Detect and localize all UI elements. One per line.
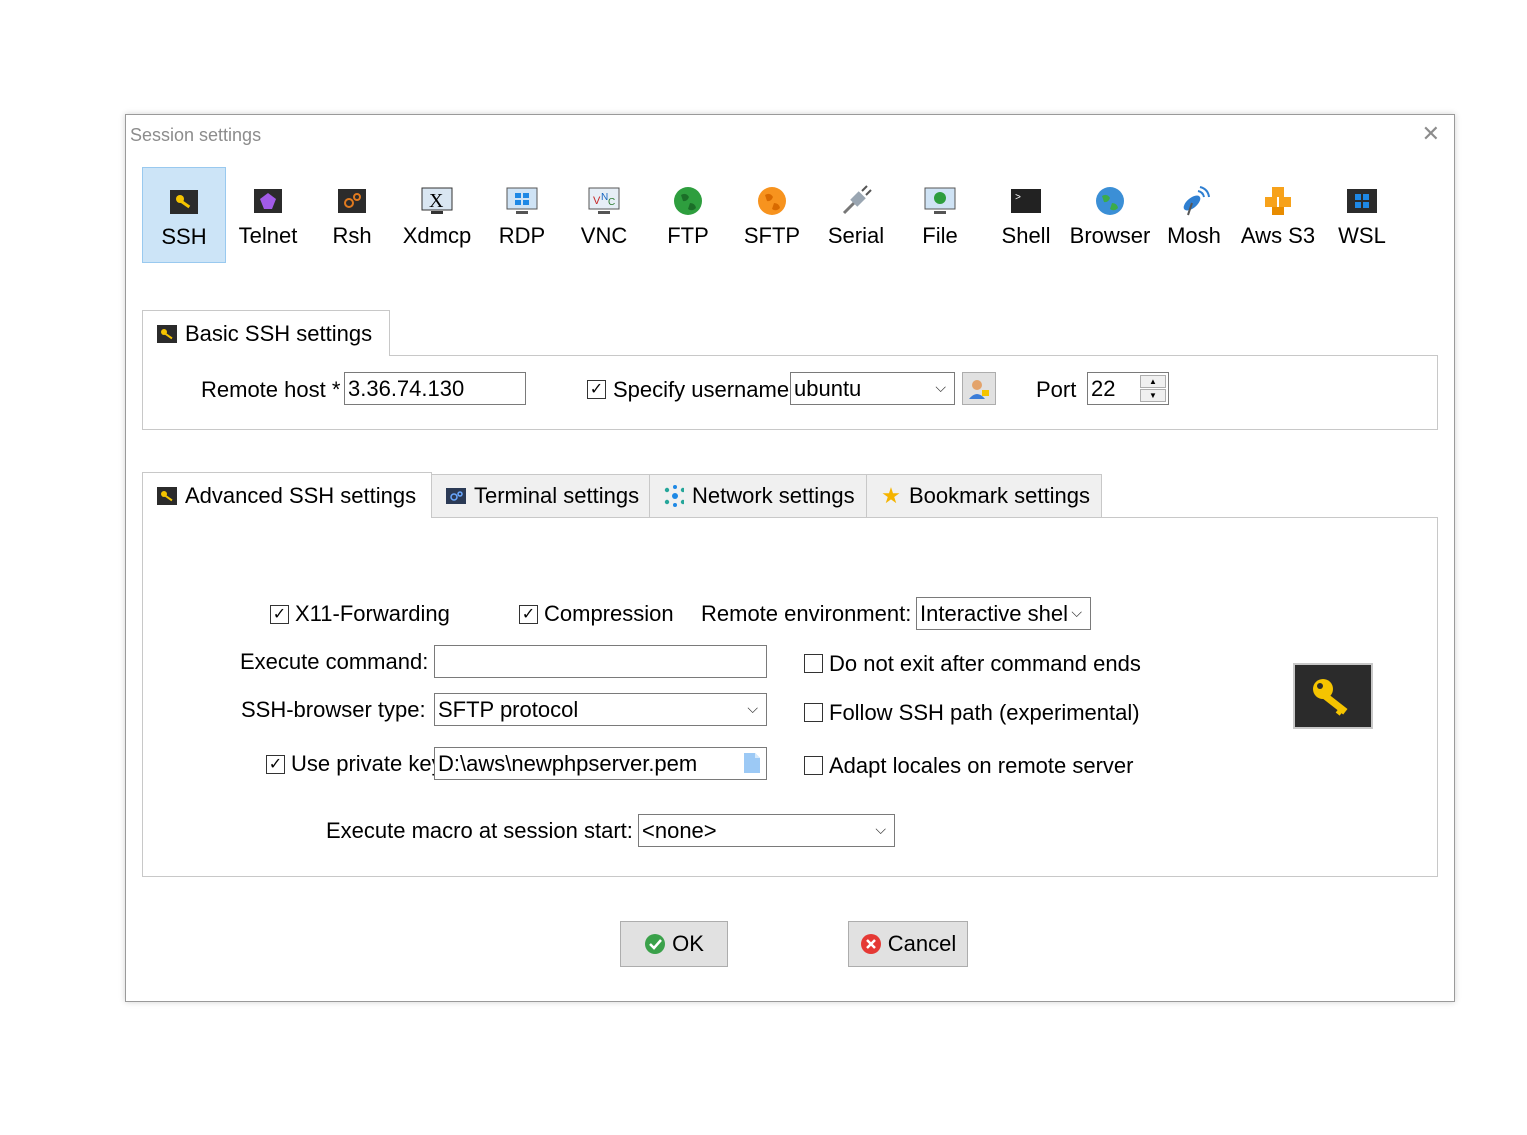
follow-ssh-path-checkbox[interactable] <box>804 703 823 722</box>
session-type-sftp[interactable]: SFTP <box>732 167 812 263</box>
chevron-down-icon: ⌵ <box>1071 604 1082 620</box>
remote-environment-label: Remote environment: <box>701 601 912 626</box>
specify-username-label: Specify username <box>613 377 790 402</box>
shell-terminal-icon: > <box>1010 185 1042 217</box>
telnet-icon <box>252 185 284 217</box>
session-type-rdp[interactable]: RDP <box>482 167 562 263</box>
adapt-locales-label: Adapt locales on remote server <box>829 753 1134 778</box>
spin-down-icon[interactable]: ▼ <box>1140 389 1166 402</box>
adapt-locales-checkbox[interactable] <box>804 756 823 775</box>
execute-macro-select[interactable]: <none> ⌵ <box>638 814 895 847</box>
session-type-wsl[interactable]: WSL <box>1320 167 1404 263</box>
tab-advanced-ssh-settings[interactable]: Advanced SSH settings <box>142 472 432 518</box>
do-not-exit-checkbox[interactable] <box>804 654 823 673</box>
use-private-key-label: Use private key <box>291 751 435 776</box>
session-type-telnet[interactable]: Telnet <box>228 167 308 263</box>
remote-environment-select[interactable]: Interactive shel ⌵ <box>916 597 1091 630</box>
session-type-file[interactable]: File <box>898 167 982 263</box>
cancel-button[interactable]: Cancel <box>848 921 968 967</box>
remote-host-label: Remote host * <box>201 377 341 402</box>
port-spinner[interactable]: ▲ ▼ <box>1140 375 1166 403</box>
username-select[interactable]: ubuntu ⌵ <box>790 372 955 405</box>
key-icon <box>157 486 177 506</box>
file-monitor-icon <box>924 185 956 217</box>
ftp-globe-icon <box>672 185 704 217</box>
browse-file-icon[interactable] <box>743 752 761 779</box>
session-type-xdmcp[interactable]: X Xdmcp <box>392 167 482 263</box>
user-icon <box>969 379 989 399</box>
ssh-browser-type-select[interactable]: SFTP protocol ⌵ <box>434 693 767 726</box>
svg-text:>: > <box>1015 193 1021 204</box>
private-key-input[interactable]: D:\aws\newphpserver.pem <box>434 747 767 780</box>
session-type-browser[interactable]: Browser <box>1068 167 1152 263</box>
specify-username-checkbox[interactable]: ✓ <box>587 380 606 399</box>
sftp-globe-icon <box>756 185 788 217</box>
wsl-windows-icon <box>1346 185 1378 217</box>
rdp-icon <box>506 185 538 217</box>
ssh-key-icon <box>168 186 200 218</box>
tab-network-settings[interactable]: Network settings <box>649 474 867 517</box>
dialog-title: Session settings <box>130 125 262 145</box>
tab-basic-ssh-settings[interactable]: Basic SSH settings <box>142 310 390 356</box>
session-type-aws-s3[interactable]: Aws S3 <box>1236 167 1320 263</box>
star-icon: ★ <box>881 483 901 508</box>
use-private-key-checkbox[interactable]: ✓ <box>266 755 285 774</box>
chevron-down-icon: ⌵ <box>747 700 758 716</box>
port-label: Port <box>1036 377 1077 402</box>
xdmcp-icon: X <box>421 185 453 217</box>
browser-globe-icon <box>1094 185 1126 217</box>
remote-host-input[interactable]: 3.36.74.130 <box>344 372 526 405</box>
session-type-serial[interactable]: Serial <box>814 167 898 263</box>
user-manager-button[interactable] <box>962 372 996 405</box>
vnc-icon: VNC <box>588 185 620 217</box>
chevron-down-icon: ⌵ <box>875 821 886 837</box>
mosh-satellite-icon <box>1178 185 1210 217</box>
network-icon <box>664 485 684 507</box>
follow-ssh-path-label: Follow SSH path (experimental) <box>829 700 1140 725</box>
session-type-vnc[interactable]: VNC VNC <box>564 167 644 263</box>
check-circle-icon <box>645 934 666 954</box>
svg-text:V: V <box>593 195 601 207</box>
session-type-shell[interactable]: > Shell <box>984 167 1068 263</box>
key-icon <box>157 324 177 344</box>
session-type-ftp[interactable]: FTP <box>648 167 728 263</box>
serial-plug-icon <box>840 185 872 217</box>
execute-command-input[interactable] <box>434 645 767 678</box>
chevron-down-icon: ⌵ <box>935 379 946 395</box>
x11-forwarding-label: X11-Forwarding <box>295 601 450 626</box>
ssh-key-large-icon <box>1293 663 1373 729</box>
port-input[interactable]: 22 ▲ ▼ <box>1087 372 1169 405</box>
execute-command-label: Execute command: <box>240 649 429 674</box>
session-settings-dialog: Session settings ✕ SSH Telnet Rsh X Xdmc… <box>125 114 1455 1002</box>
session-type-rsh[interactable]: Rsh <box>312 167 392 263</box>
terminal-icon <box>446 486 466 506</box>
execute-macro-label: Execute macro at session start: <box>326 818 633 843</box>
close-icon[interactable]: ✕ <box>1422 121 1440 147</box>
ok-button[interactable]: OK <box>620 921 728 967</box>
ssh-browser-type-label: SSH-browser type: <box>241 697 426 722</box>
tab-bookmark-settings[interactable]: ★ Bookmark settings <box>866 474 1102 517</box>
session-type-ssh[interactable]: SSH <box>142 167 226 263</box>
compression-checkbox[interactable]: ✓ <box>519 605 538 624</box>
cancel-circle-icon <box>860 934 881 954</box>
x11-forwarding-checkbox[interactable]: ✓ <box>270 605 289 624</box>
session-type-mosh[interactable]: Mosh <box>1152 167 1236 263</box>
svg-text:C: C <box>608 197 615 208</box>
svg-text:X: X <box>429 190 444 212</box>
tab-terminal-settings[interactable]: Terminal settings <box>431 474 650 517</box>
compression-label: Compression <box>544 601 674 626</box>
aws-s3-icon <box>1262 185 1294 217</box>
do-not-exit-label: Do not exit after command ends <box>829 651 1141 676</box>
rsh-icon <box>336 185 368 217</box>
